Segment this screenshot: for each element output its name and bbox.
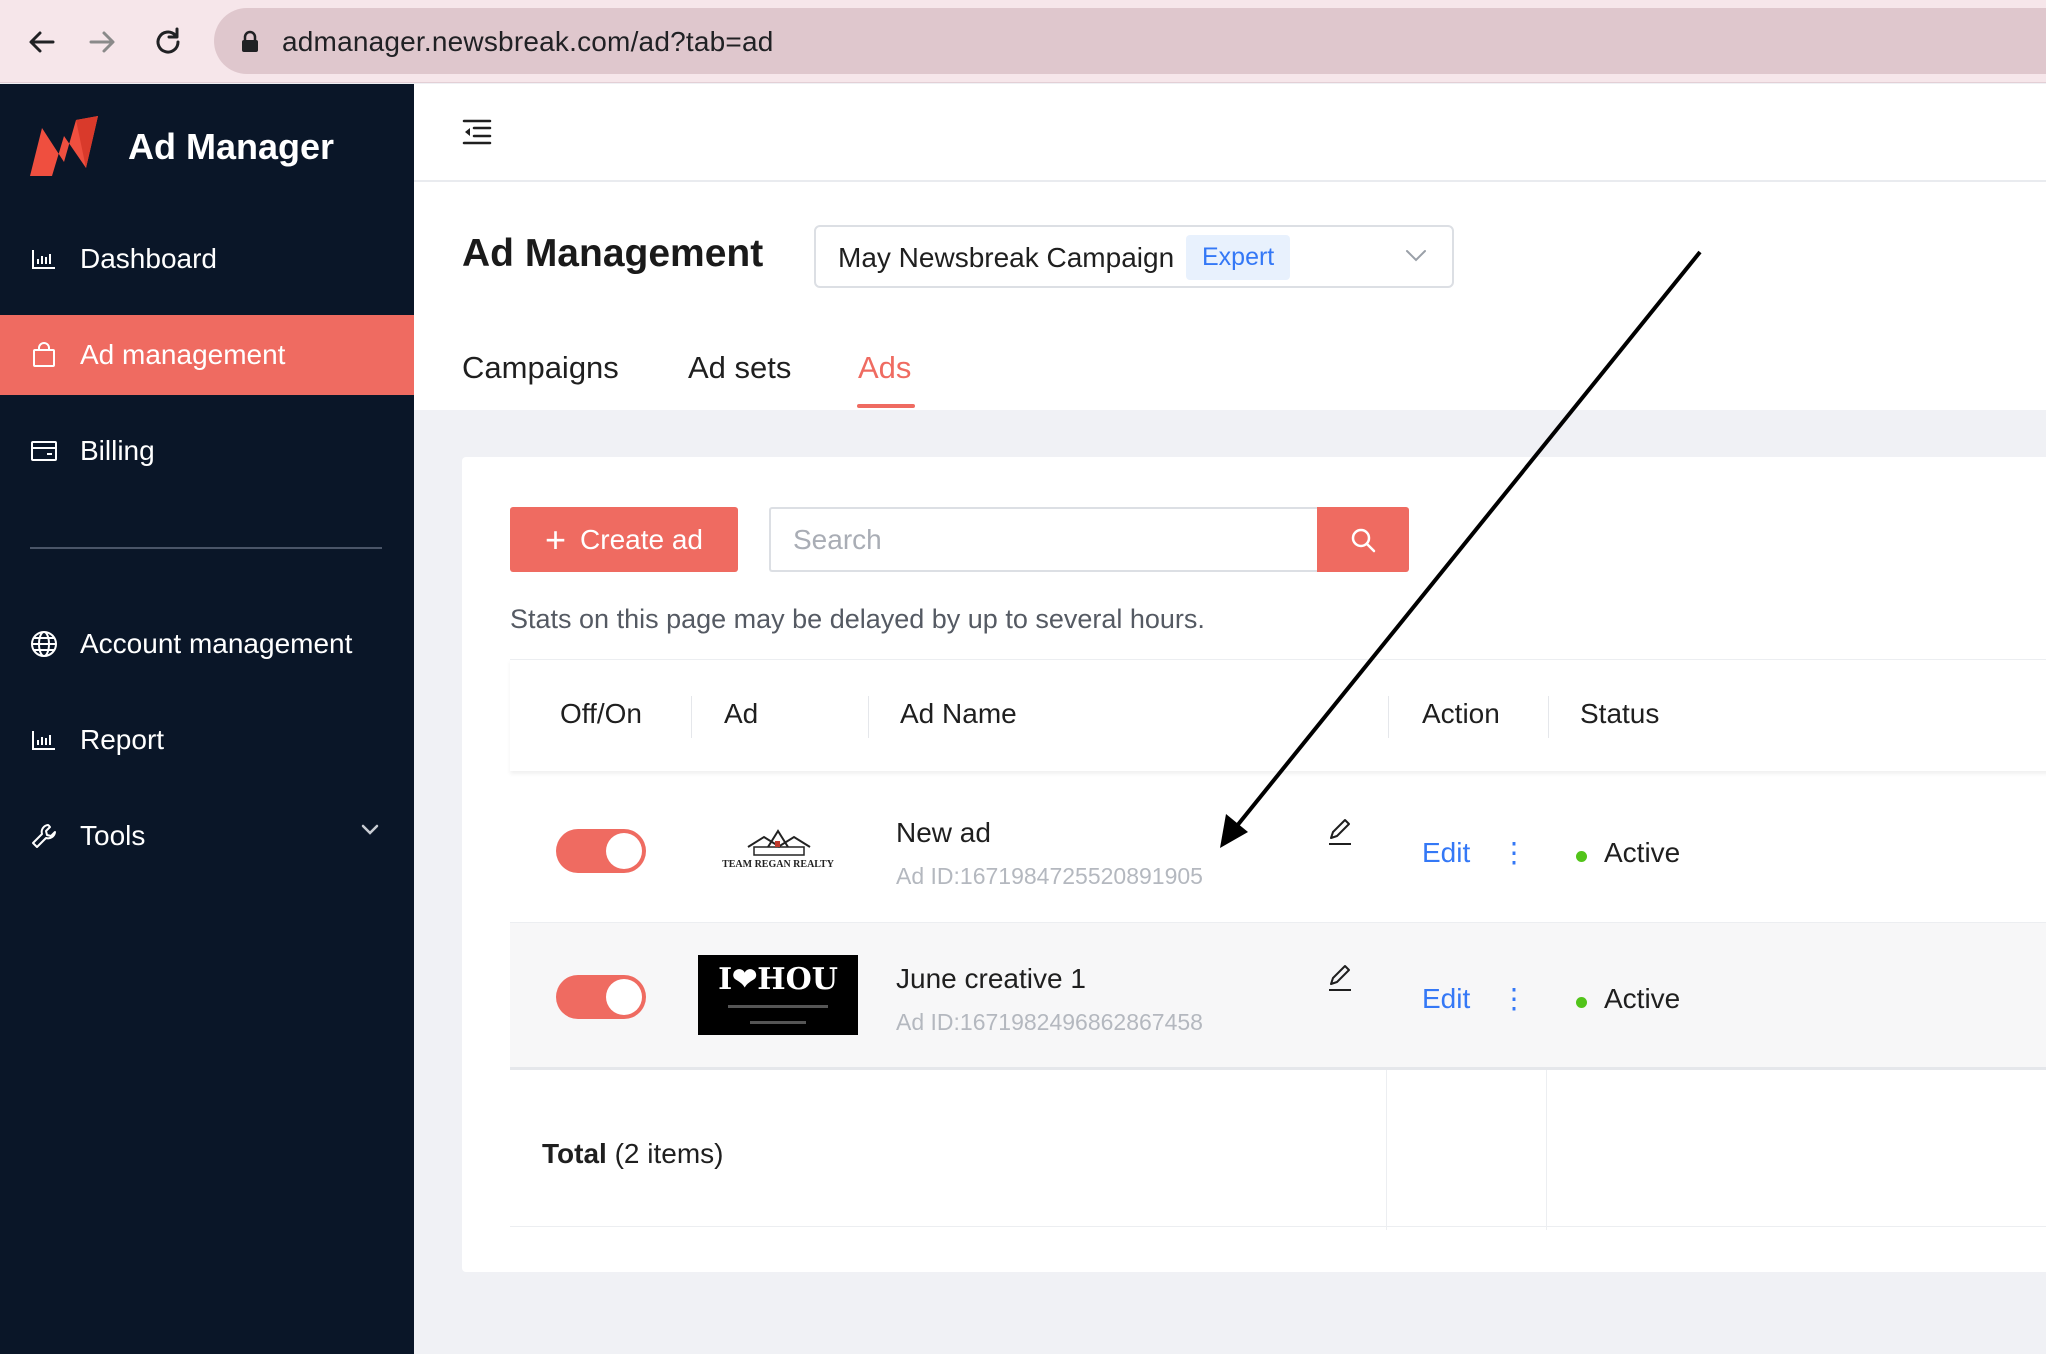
ad-name: June creative 1 — [896, 963, 1086, 994]
search-button[interactable] — [1317, 507, 1409, 572]
newsbreak-logo-icon — [30, 116, 98, 176]
bar-chart-icon — [30, 245, 58, 273]
forward-button[interactable] — [82, 22, 122, 62]
column-header-ad: Ad — [724, 698, 759, 729]
toggle-knob — [606, 979, 642, 1015]
globe-icon — [30, 630, 58, 658]
ad-toggle-switch[interactable] — [556, 829, 646, 873]
more-options-icon[interactable]: ⋮ — [1500, 985, 1528, 1013]
i-love-hou-image: I❤HOU — [698, 955, 858, 1035]
status-indicator-dot — [1576, 851, 1587, 862]
column-header-status: Status — [1580, 698, 1660, 729]
column-header-off-on: Off/On — [560, 698, 642, 729]
sidebar-item-label: Account management — [80, 628, 353, 659]
chevron-down-icon — [361, 824, 379, 835]
sidebar-item-label: Ad management — [80, 339, 286, 370]
reload-icon — [156, 27, 180, 54]
sidebar-divider — [30, 547, 382, 549]
url-text[interactable]: admanager.newsbreak.com/ad?tab=ad — [282, 26, 774, 58]
svg-text:TEAM REGAN REALTY: TEAM REGAN REALTY — [722, 859, 835, 870]
table-row: I❤HOU June creative 1 Ad ID:167198249686… — [510, 923, 2046, 1069]
column-separator — [691, 696, 692, 738]
address-bar[interactable]: admanager.newsbreak.com/ad?tab=ad — [214, 8, 2046, 74]
status-text: Active — [1604, 983, 1681, 1014]
total-label: Total — [542, 1138, 607, 1169]
arrow-right-icon — [89, 31, 115, 53]
reload-button[interactable] — [148, 22, 188, 62]
sidebar-item-label: Dashboard — [80, 243, 217, 274]
ads-card: + Create ad Stats on this page may be de… — [462, 457, 2046, 1272]
page-title: Ad Management — [462, 232, 764, 275]
campaign-select[interactable]: May Newsbreak Campaign Expert — [814, 225, 1454, 288]
back-button[interactable] — [22, 22, 62, 62]
column-separator — [868, 696, 869, 738]
column-header-action: Action — [1422, 698, 1500, 729]
edit-link[interactable]: Edit — [1422, 983, 1470, 1015]
browser-toolbar: admanager.newsbreak.com/ad?tab=ad — [0, 0, 2046, 83]
svg-text:I❤HOU: I❤HOU — [718, 962, 838, 997]
pencil-icon[interactable] — [1326, 817, 1354, 847]
sidebar-item-dashboard[interactable]: Dashboard — [0, 219, 414, 299]
brand[interactable]: Ad Manager — [28, 114, 334, 180]
arrow-left-icon — [29, 31, 55, 53]
sidebar-item-report[interactable]: Report — [0, 700, 414, 780]
tab-ad-sets[interactable]: Ad sets — [688, 350, 791, 386]
stats-delay-notice: Stats on this page may be delayed by up … — [510, 604, 1205, 634]
ad-thumbnail[interactable]: TEAM REGAN REALTY — [698, 809, 858, 889]
status-text: Active — [1604, 837, 1681, 868]
ad-thumbnail[interactable]: I❤HOU — [698, 955, 858, 1035]
lock-icon — [242, 30, 258, 52]
chevron-down-icon — [1406, 250, 1426, 262]
ad-name: New ad — [896, 817, 991, 848]
status-indicator-dot — [1576, 997, 1587, 1008]
card-icon — [30, 437, 58, 465]
column-separator — [1386, 1070, 1387, 1230]
toggle-knob — [606, 833, 642, 869]
ad-toggle-switch[interactable] — [556, 975, 646, 1019]
sidebar-item-tools[interactable]: Tools — [0, 796, 414, 876]
ad-id: Ad ID:1671982496862867458 — [896, 1009, 1203, 1035]
menu-fold-icon[interactable] — [462, 118, 492, 146]
sidebar-item-account-management[interactable]: Account management — [0, 604, 414, 684]
create-ad-button[interactable]: + Create ad — [510, 507, 738, 572]
more-options-icon[interactable]: ⋮ — [1500, 839, 1528, 867]
column-header-ad-name: Ad Name — [900, 698, 1017, 729]
tab-ads[interactable]: Ads — [858, 350, 911, 386]
edit-link[interactable]: Edit — [1422, 837, 1470, 869]
sidebar-item-ad-management[interactable]: Ad management — [0, 315, 414, 395]
brand-title: Ad Manager — [128, 126, 335, 167]
campaign-name: May Newsbreak Campaign — [838, 242, 1175, 273]
sidebar-item-label: Billing — [80, 435, 155, 466]
total-summary: Total (2 items) — [542, 1138, 724, 1170]
search-input[interactable] — [769, 507, 1317, 572]
plus-icon: + — [545, 518, 567, 560]
search-icon — [1351, 528, 1376, 552]
column-separator — [1546, 1070, 1547, 1230]
column-separator — [1548, 696, 1549, 738]
top-header — [414, 84, 2046, 182]
table-header: Off/On Ad Ad Name Action Status — [510, 659, 2046, 771]
tab-campaigns[interactable]: Campaigns — [462, 350, 619, 386]
ad-id: Ad ID:1671984725520891905 — [896, 863, 1203, 889]
team-regan-realty-logo: TEAM REGAN REALTY — [722, 829, 835, 870]
campaign-badge: Expert — [1186, 235, 1291, 280]
pencil-icon[interactable] — [1326, 963, 1354, 993]
sidebar: Ad Manager Dashboard Ad management Billi… — [0, 84, 414, 1354]
table-row: TEAM REGAN REALTY New ad Ad ID:167198472… — [510, 777, 2046, 923]
total-count: (2 items) — [614, 1138, 724, 1169]
wrench-icon — [30, 822, 58, 850]
page-header: Ad Management May Newsbreak Campaign Exp… — [414, 182, 2046, 410]
column-separator — [1388, 696, 1389, 738]
sidebar-item-billing[interactable]: Billing — [0, 411, 414, 491]
sidebar-item-label: Tools — [80, 820, 146, 851]
sidebar-item-label: Report — [80, 724, 165, 755]
bag-icon — [30, 341, 58, 369]
create-ad-label: Create ad — [580, 523, 703, 555]
bar-chart-icon — [30, 726, 58, 754]
tab-active-indicator — [857, 404, 915, 408]
table-total-row: Total (2 items) — [510, 1067, 2046, 1230]
